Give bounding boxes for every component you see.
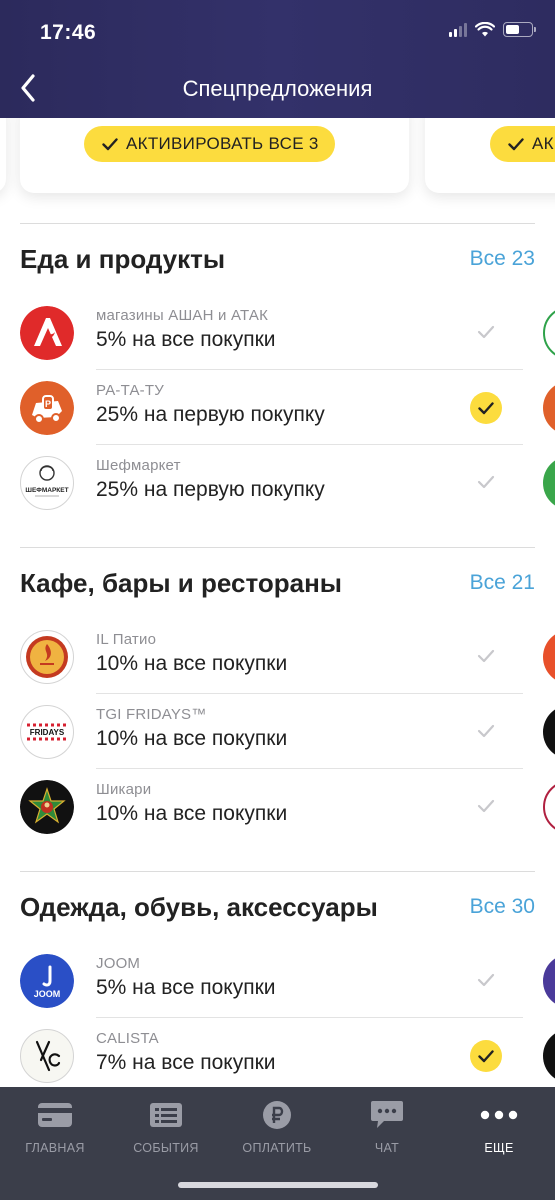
list-item[interactable]: JOOM JOOM 5% на все покупки xyxy=(0,943,555,1018)
tab-home[interactable]: ГЛАВНАЯ xyxy=(5,1099,105,1155)
see-all-food-link[interactable]: Все 23 xyxy=(470,247,535,271)
list-item[interactable]: IL Патио 10% на все покупки xyxy=(0,619,555,694)
activate-all-button-next[interactable]: АК xyxy=(490,126,555,162)
page-title: Спецпредложения xyxy=(182,76,373,101)
section-title-clothes: Одежда, обувь, аксессуары xyxy=(20,892,378,922)
home-indicator xyxy=(178,1182,378,1188)
activated-check-icon[interactable] xyxy=(470,392,502,424)
section-divider xyxy=(20,547,535,548)
peek-logo xyxy=(543,780,555,834)
ratatu-logo: P xyxy=(20,381,74,435)
list-item[interactable]: Шикари 10% на все покупки xyxy=(0,769,555,844)
merchant-name: IL Патио xyxy=(96,631,157,648)
section-divider xyxy=(20,871,535,872)
section-title-food: Еда и продукты xyxy=(20,244,226,274)
tab-label: ОПЛАТИТЬ xyxy=(242,1141,312,1155)
offer-card-prev[interactable] xyxy=(0,118,6,193)
tab-label: ЕЩЕ xyxy=(484,1141,514,1155)
peek-logo xyxy=(543,705,555,759)
offer-card[interactable]: АКТИВИРОВАТЬ ВСЕ 3 xyxy=(20,118,409,193)
check-icon[interactable] xyxy=(472,717,500,745)
tab-pay[interactable]: ОПЛАТИТЬ xyxy=(227,1099,327,1155)
activate-all-button[interactable]: АКТИВИРОВАТЬ ВСЕ 3 xyxy=(84,126,335,162)
offer-text: 5% на все покупки xyxy=(96,328,276,351)
merchant-name: CALISTA xyxy=(96,1030,159,1047)
joom-wordmark: JOOM xyxy=(34,989,61,999)
activate-all-label: АКТИВИРОВАТЬ ВСЕ 3 xyxy=(126,134,319,153)
check-icon[interactable] xyxy=(472,642,500,670)
offer-text: 5% на все покупки xyxy=(96,976,276,999)
merchant-name: JOOM xyxy=(96,955,141,972)
merchant-name: TGI FRIDAYS™ xyxy=(96,706,207,723)
chefmarket-wordmark: ШЕФМАРКЕТ xyxy=(25,487,68,494)
chefmarket-logo: ШЕФМАРКЕТ xyxy=(20,456,74,510)
peek-logo xyxy=(543,630,555,684)
check-icon[interactable] xyxy=(472,966,500,994)
more-icon xyxy=(480,1099,518,1131)
list-icon xyxy=(149,1099,183,1131)
chat-icon xyxy=(370,1099,404,1131)
merchant-name: РА-ТА-ТУ xyxy=(96,382,164,399)
header: 17:46 Спецпредложения xyxy=(0,0,555,118)
battery-icon xyxy=(503,22,536,37)
joom-logo: JOOM xyxy=(20,954,74,1008)
tab-chat[interactable]: ЧАТ xyxy=(337,1099,437,1155)
il-patio-logo xyxy=(20,630,74,684)
check-icon[interactable] xyxy=(472,318,500,346)
merchant-name: Шикари xyxy=(96,781,152,798)
tgi-fridays-logo: FRIDAYS xyxy=(20,705,74,759)
list-item[interactable]: ШЕФМАРКЕТ Шефмаркет 25% на первую покупк… xyxy=(0,445,555,520)
check-icon[interactable] xyxy=(472,792,500,820)
auchan-logo xyxy=(20,306,74,360)
tgi-fridays-wordmark: FRIDAYS xyxy=(30,728,65,737)
tab-label: ЧАТ xyxy=(374,1141,400,1155)
tab-label: СОБЫТИЯ xyxy=(133,1141,199,1155)
list-item[interactable]: FRIDAYS TGI FRIDAYS™ 10% на все покупки xyxy=(0,694,555,769)
check-icon xyxy=(102,137,118,150)
status-time: 17:46 xyxy=(40,21,97,44)
peek-logo xyxy=(543,381,555,435)
shikari-logo xyxy=(20,780,74,834)
cellular-signal-icon xyxy=(449,22,467,37)
tab-events[interactable]: СОБЫТИЯ xyxy=(116,1099,216,1155)
tab-more[interactable]: ЕЩЕ xyxy=(449,1099,549,1155)
offer-text: 25% на первую покупку xyxy=(96,478,325,501)
offer-card-next[interactable]: АК xyxy=(425,118,555,193)
calista-logo xyxy=(20,1029,74,1083)
peek-logo xyxy=(543,1029,555,1083)
ruble-icon xyxy=(262,1099,292,1131)
section-title-cafe: Кафе, бары и рестораны xyxy=(20,568,342,598)
check-icon xyxy=(508,137,524,150)
activated-check-icon[interactable] xyxy=(470,1040,502,1072)
see-all-clothes-link[interactable]: Все 30 xyxy=(470,895,535,919)
activate-all-label-next: АК xyxy=(532,134,554,153)
list-item[interactable]: магазины АШАН и АТАК 5% на все покупки xyxy=(0,295,555,370)
tab-label: ГЛАВНАЯ xyxy=(25,1141,85,1155)
offer-text: 10% на все покупки xyxy=(96,652,288,675)
offer-text: 10% на все покупки xyxy=(96,727,288,750)
section-divider xyxy=(20,223,535,224)
list-item[interactable]: CALISTA 7% на все покупки xyxy=(0,1018,555,1087)
see-all-cafe-link[interactable]: Все 21 xyxy=(470,571,535,595)
offer-text: 10% на все покупки xyxy=(96,802,288,825)
offer-text: 7% на все покупки xyxy=(96,1051,276,1074)
offer-text: 25% на первую покупку xyxy=(96,403,325,426)
check-icon[interactable] xyxy=(472,468,500,496)
peek-logo xyxy=(543,954,555,1008)
status-icons xyxy=(449,22,536,37)
merchant-name: Шефмаркет xyxy=(96,457,181,474)
merchant-name: магазины АШАН и АТАК xyxy=(96,307,269,324)
peek-logo xyxy=(543,306,555,360)
peek-logo xyxy=(543,456,555,510)
offers-content[interactable]: АКТИВИРОВАТЬ ВСЕ 3 АК Еда и продукты Все… xyxy=(0,118,555,1087)
list-item[interactable]: P РА-ТА-ТУ 25% на первую покупку xyxy=(0,370,555,445)
wifi-icon xyxy=(475,22,495,37)
svg-text:P: P xyxy=(45,399,51,409)
card-icon xyxy=(37,1099,73,1131)
